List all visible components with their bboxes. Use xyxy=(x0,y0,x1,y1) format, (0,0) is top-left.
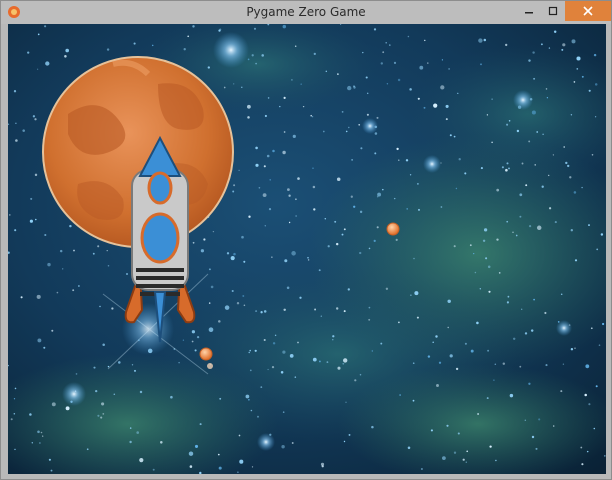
minimize-icon xyxy=(525,12,533,14)
projectile xyxy=(386,222,400,236)
close-button[interactable] xyxy=(565,1,611,21)
window-controls xyxy=(517,1,611,21)
close-icon xyxy=(583,6,593,16)
title-bar[interactable]: Pygame Zero Game xyxy=(1,1,611,24)
game-canvas[interactable] xyxy=(8,24,606,474)
minimize-button[interactable] xyxy=(517,1,541,21)
game-window: Pygame Zero Game xyxy=(0,0,612,480)
maximize-button[interactable] xyxy=(541,1,565,21)
maximize-icon xyxy=(548,6,558,16)
